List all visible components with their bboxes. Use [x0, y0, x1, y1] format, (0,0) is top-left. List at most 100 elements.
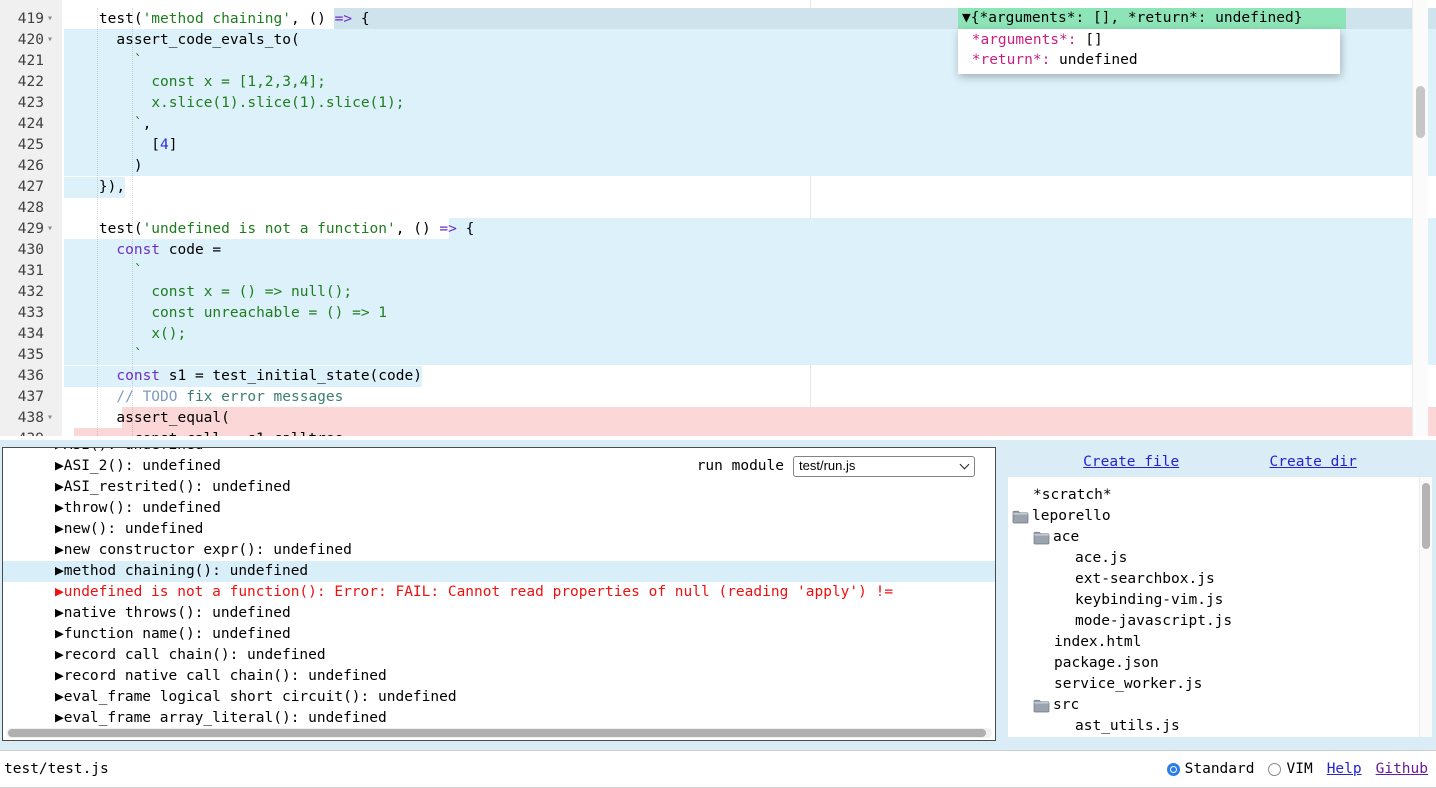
- gutter-line[interactable]: 435: [0, 344, 62, 365]
- tree-item-name: index.html: [1054, 632, 1141, 653]
- line-number: 428: [0, 198, 44, 219]
- fold-arrow-icon[interactable]: ▾: [47, 10, 53, 28]
- gutter-line[interactable]: 426: [0, 155, 62, 176]
- keybinding-vim-radio[interactable]: VIM: [1268, 761, 1312, 777]
- line-number: 426: [0, 156, 44, 177]
- code-line[interactable]: const x = () => null();: [62, 281, 1436, 302]
- tree-file-row[interactable]: package.json: [1008, 653, 1432, 674]
- tree-vertical-scrollbar[interactable]: [1419, 477, 1432, 737]
- code-line[interactable]: [4]: [62, 134, 1436, 155]
- code-line[interactable]: const unreachable = () => 1: [62, 302, 1436, 323]
- gutter-line[interactable]: 430: [0, 239, 62, 260]
- test-result-row[interactable]: ▶record native call chain(): undefined: [3, 666, 995, 687]
- create-file-link[interactable]: Create file: [1083, 454, 1179, 470]
- editor-vertical-scrollbar[interactable]: [1412, 0, 1428, 436]
- code-line[interactable]: x.slice(1).slice(1).slice(1);: [62, 92, 1436, 113]
- gutter-line[interactable]: 423: [0, 92, 62, 113]
- code-line-text: x();: [64, 324, 186, 345]
- test-result-row[interactable]: ▶eval_frame array_literal(): undefined: [3, 708, 995, 728]
- tooltip-header[interactable]: ▼{*arguments*: [], *return*: undefined}: [958, 8, 1346, 29]
- help-link[interactable]: Help: [1327, 761, 1362, 777]
- tree-folder-row[interactable]: ace: [1008, 527, 1432, 548]
- code-line[interactable]: `: [62, 344, 1436, 365]
- gutter-line[interactable]: 433: [0, 302, 62, 323]
- code-line[interactable]: assert_equal(: [62, 407, 1436, 428]
- test-result-row[interactable]: ▶ASI_restrited(): undefined: [3, 477, 995, 498]
- test-result-row[interactable]: ▶native throws(): undefined: [3, 603, 995, 624]
- tree-file-row[interactable]: ast_utils.js: [1008, 716, 1432, 737]
- code-line[interactable]: `: [62, 260, 1436, 281]
- gutter-line[interactable]: 437: [0, 386, 62, 407]
- code-line[interactable]: ): [62, 155, 1436, 176]
- tree-file-row[interactable]: keybinding-vim.js: [1008, 590, 1432, 611]
- test-result-row[interactable]: ▶record call chain(): undefined: [3, 645, 995, 666]
- line-highlight: [64, 323, 1436, 344]
- gutter-line[interactable]: 429▾: [0, 218, 62, 239]
- fold-arrow-icon[interactable]: ▾: [47, 409, 53, 427]
- test-result-row[interactable]: ▶method chaining(): undefined: [3, 561, 995, 582]
- run-module-label: run module: [697, 458, 784, 474]
- line-number: 422: [0, 72, 44, 93]
- gutter-line[interactable]: 434: [0, 323, 62, 344]
- gutter-line[interactable]: 428: [0, 197, 62, 218]
- line-number: 424: [0, 114, 44, 135]
- line-highlight: [122, 407, 1436, 428]
- gutter-line[interactable]: 422: [0, 71, 62, 92]
- code-line[interactable]: }),: [62, 176, 1436, 197]
- editor-scrollbar-thumb[interactable]: [1416, 86, 1425, 138]
- radio-unselected-icon[interactable]: [1268, 763, 1281, 776]
- line-number: 436: [0, 366, 44, 387]
- keybinding-standard-radio[interactable]: Standard: [1167, 761, 1255, 777]
- gutter-line[interactable]: 427: [0, 176, 62, 197]
- gutter-line[interactable]: 432: [0, 281, 62, 302]
- code-line[interactable]: x();: [62, 323, 1436, 344]
- test-result-row[interactable]: ▶throw(): undefined: [3, 498, 995, 519]
- test-result-row[interactable]: ▶new(): undefined: [3, 519, 995, 540]
- fold-arrow-icon[interactable]: ▾: [47, 220, 53, 238]
- folder-icon: [1012, 510, 1029, 524]
- run-module-select[interactable]: test/run.js: [793, 456, 975, 477]
- code-line-text: assert_code_evals_to(: [64, 30, 300, 51]
- code-line[interactable]: const call = s1.calltree: [62, 428, 1436, 436]
- editor-gutter[interactable]: 419▾420▾421422423424425426427428429▾4304…: [0, 0, 62, 436]
- code-line[interactable]: [62, 197, 1436, 218]
- test-result-row[interactable]: ▶function name(): undefined: [3, 624, 995, 645]
- code-line[interactable]: test('undefined is not a function', () =…: [62, 218, 1436, 239]
- line-number: 432: [0, 282, 44, 303]
- github-link[interactable]: Github: [1376, 761, 1428, 777]
- gutter-line[interactable]: 425: [0, 134, 62, 155]
- code-line[interactable]: // TODO fix error messages: [62, 386, 1436, 407]
- test-result-row[interactable]: ▶undefined is not a function(): Error: F…: [3, 582, 995, 603]
- gutter-line[interactable]: 421: [0, 50, 62, 71]
- gutter-line[interactable]: 424: [0, 113, 62, 134]
- tree-file-row[interactable]: ace.js: [1008, 548, 1432, 569]
- gutter-line[interactable]: 438▾: [0, 407, 62, 428]
- tree-folder-row[interactable]: leporello: [1008, 506, 1432, 527]
- gutter-line[interactable]: 436: [0, 365, 62, 386]
- code-line[interactable]: const code =: [62, 239, 1436, 260]
- tree-scrollbar-thumb[interactable]: [1422, 483, 1430, 549]
- test-result-row[interactable]: ▶eval_frame logical short circuit(): und…: [3, 687, 995, 708]
- code-line[interactable]: `,: [62, 113, 1436, 134]
- results-horizontal-scrollbar[interactable]: [6, 728, 992, 738]
- gutter-line[interactable]: 419▾: [0, 8, 62, 29]
- code-line[interactable]: const x = [1,2,3,4];: [62, 71, 1436, 92]
- test-result-row[interactable]: ▶new constructor expr(): undefined: [3, 540, 995, 561]
- line-number: 427: [0, 177, 44, 198]
- tree-file-row[interactable]: service_worker.js: [1008, 674, 1432, 695]
- tree-file-row[interactable]: ext-searchbox.js: [1008, 569, 1432, 590]
- tree-file-row[interactable]: *scratch*: [1008, 485, 1432, 506]
- gutter-line[interactable]: 420▾: [0, 29, 62, 50]
- tree-item-name: ace.js: [1075, 548, 1127, 569]
- code-editor[interactable]: 419▾420▾421422423424425426427428429▾4304…: [0, 0, 1436, 436]
- tree-file-row[interactable]: index.html: [1008, 632, 1432, 653]
- create-dir-link[interactable]: Create dir: [1270, 454, 1357, 470]
- radio-selected-icon[interactable]: [1167, 763, 1180, 776]
- gutter-line[interactable]: 431: [0, 260, 62, 281]
- tree-file-row[interactable]: mode-javascript.js: [1008, 611, 1432, 632]
- tree-folder-row[interactable]: src: [1008, 695, 1432, 716]
- results-scrollbar-thumb[interactable]: [8, 729, 986, 737]
- gutter-line[interactable]: 439: [0, 428, 62, 436]
- code-line[interactable]: const s1 = test_initial_state(code): [62, 365, 1436, 386]
- fold-arrow-icon[interactable]: ▾: [47, 31, 53, 49]
